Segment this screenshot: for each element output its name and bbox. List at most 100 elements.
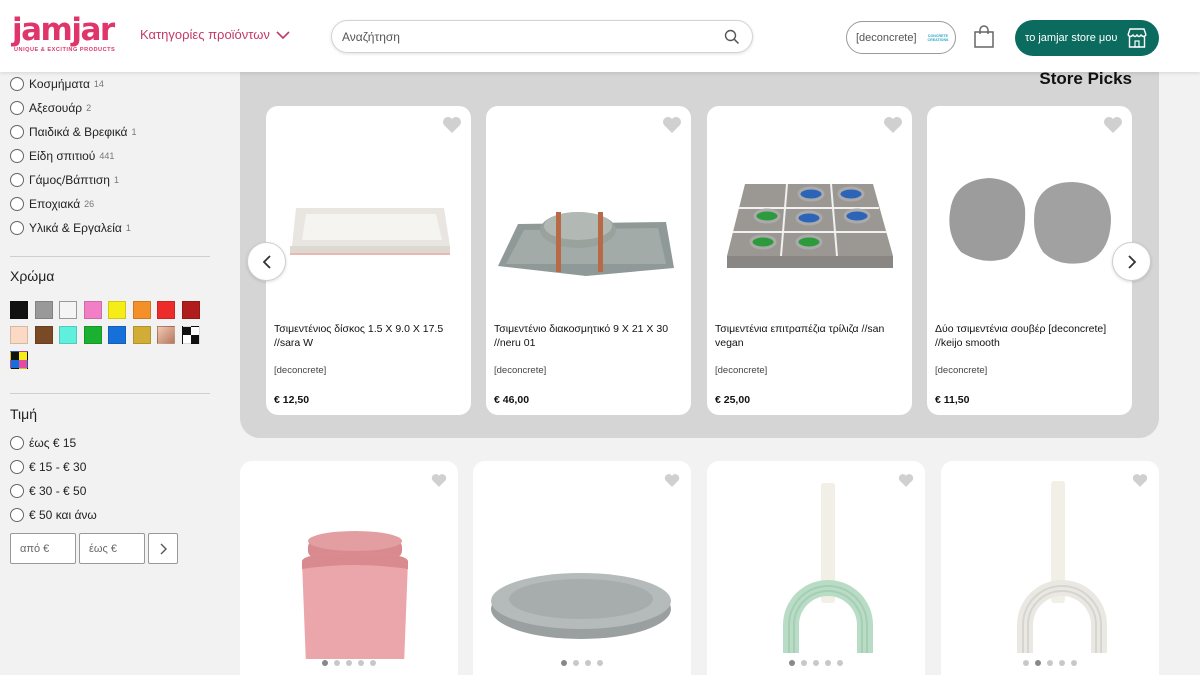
- product-image-tictactoe[interactable]: [707, 126, 912, 306]
- carousel-dot[interactable]: [346, 660, 352, 666]
- search-icon[interactable]: [724, 29, 740, 45]
- product-card[interactable]: Τσιμεντένια επιτραπέζια τρίλιζα //san ve…: [707, 106, 912, 415]
- category-label: Γάμος/Βάπτιση: [29, 173, 110, 187]
- radio-button[interactable]: [10, 149, 24, 163]
- price-filter-list: έως € 15 € 15 - € 30 € 30 - € 50 € 50 κα…: [10, 431, 97, 527]
- radio-button[interactable]: [10, 436, 24, 450]
- color-swatch[interactable]: [10, 301, 28, 319]
- product-card[interactable]: [473, 461, 691, 675]
- price-filter-item[interactable]: € 50 και άνω: [10, 503, 97, 527]
- product-image-decor[interactable]: [486, 126, 691, 306]
- color-swatch[interactable]: [182, 301, 200, 319]
- category-count: 441: [99, 151, 115, 161]
- color-swatch[interactable]: [35, 301, 53, 319]
- product-image-pink-jar[interactable]: [240, 469, 458, 659]
- carousel-dot[interactable]: [597, 660, 603, 666]
- carousel-dot[interactable]: [585, 660, 591, 666]
- carousel-dot[interactable]: [322, 660, 328, 666]
- category-label: Κοσμήματα: [29, 77, 90, 91]
- color-swatch[interactable]: [133, 326, 151, 344]
- category-filter-item[interactable]: Αξεσουάρ 2: [10, 96, 137, 120]
- carousel-dot[interactable]: [561, 660, 567, 666]
- product-store: [deconcrete]: [715, 365, 768, 376]
- color-swatch[interactable]: [59, 326, 77, 344]
- price-apply-button[interactable]: [148, 533, 178, 564]
- radio-button[interactable]: [10, 173, 24, 187]
- carousel-dot[interactable]: [789, 660, 795, 666]
- image-carousel-dots: [707, 653, 925, 671]
- product-image-round-tray[interactable]: [473, 469, 691, 659]
- color-swatch[interactable]: [157, 301, 175, 319]
- sidebar-divider: [10, 393, 210, 394]
- color-swatch[interactable]: [157, 326, 175, 344]
- category-filter-item[interactable]: Υλικά & Εργαλεία 1: [10, 216, 137, 240]
- product-image-mint-candle-holder[interactable]: [707, 469, 925, 659]
- radio-button[interactable]: [10, 484, 24, 498]
- carousel-prev-button[interactable]: [247, 242, 286, 281]
- product-image-white-candle-holder[interactable]: [941, 469, 1159, 659]
- carousel-dot[interactable]: [358, 660, 364, 666]
- my-store-button-label: το jamjar store μου: [1025, 32, 1118, 44]
- radio-button[interactable]: [10, 460, 24, 474]
- color-swatch-cmyk[interactable]: [10, 351, 28, 369]
- carousel-dot[interactable]: [801, 660, 807, 666]
- carousel-dot[interactable]: [1071, 660, 1077, 666]
- product-image-coasters[interactable]: [927, 126, 1132, 306]
- color-swatch[interactable]: [84, 326, 102, 344]
- price-to-input[interactable]: [79, 533, 145, 564]
- category-filter-item[interactable]: Παιδικά & Βρεφικά 1: [10, 120, 137, 144]
- color-swatch[interactable]: [108, 326, 126, 344]
- store-chip[interactable]: [deconcrete] CONCRETE CREATIONS: [846, 21, 956, 54]
- category-label: Υλικά & Εργαλεία: [29, 221, 122, 235]
- radio-button[interactable]: [10, 77, 24, 91]
- radio-button[interactable]: [10, 125, 24, 139]
- price-filter-item[interactable]: έως € 15: [10, 431, 97, 455]
- my-store-button[interactable]: το jamjar store μου: [1015, 20, 1159, 56]
- category-filter-item[interactable]: Γάμος/Βάπτιση 1: [10, 168, 137, 192]
- carousel-dot[interactable]: [1059, 660, 1065, 666]
- carousel-dot[interactable]: [370, 660, 376, 666]
- category-filter-item[interactable]: Είδη σπιτιού 441: [10, 144, 137, 168]
- product-card[interactable]: Δύο τσιμεντένια σουβέρ [deconcrete] //ke…: [927, 106, 1132, 415]
- radio-button[interactable]: [10, 508, 24, 522]
- carousel-dot[interactable]: [1023, 660, 1029, 666]
- jamjar-logo[interactable]: jamjar UNIQUE & EXCITING PRODUCTS: [12, 14, 124, 60]
- color-swatch[interactable]: [35, 326, 53, 344]
- logo-word: jamjar: [12, 12, 115, 48]
- product-card[interactable]: [707, 461, 925, 675]
- carousel-dot[interactable]: [837, 660, 843, 666]
- categories-menu[interactable]: Κατηγορίες προϊόντων: [140, 27, 290, 42]
- product-card[interactable]: Τσιμεντένιο διακοσμητικό 9 X 21 X 30 //n…: [486, 106, 691, 415]
- product-card[interactable]: [240, 461, 458, 675]
- color-swatch-checker[interactable]: [182, 326, 200, 344]
- carousel-dot[interactable]: [1035, 660, 1041, 666]
- product-image-tray[interactable]: [266, 126, 471, 306]
- carousel-next-button[interactable]: [1112, 242, 1151, 281]
- carousel-dot[interactable]: [825, 660, 831, 666]
- product-card[interactable]: [941, 461, 1159, 675]
- store-chip-label: [deconcrete]: [856, 31, 917, 44]
- radio-button[interactable]: [10, 101, 24, 115]
- color-swatch[interactable]: [84, 301, 102, 319]
- radio-button[interactable]: [10, 221, 24, 235]
- price-filter-item[interactable]: € 15 - € 30: [10, 455, 97, 479]
- color-swatch[interactable]: [108, 301, 126, 319]
- product-card[interactable]: Τσιμεντένιος δίσκος 1.5 X 9.0 X 17.5 //s…: [266, 106, 471, 415]
- carousel-dot[interactable]: [1047, 660, 1053, 666]
- price-filter-item[interactable]: € 30 - € 50: [10, 479, 97, 503]
- category-filter-item[interactable]: Κοσμήματα 14: [10, 72, 137, 96]
- search-input[interactable]: [342, 27, 712, 47]
- color-swatch[interactable]: [133, 301, 151, 319]
- shopping-bag-icon[interactable]: [973, 25, 995, 49]
- price-from-input[interactable]: [10, 533, 76, 564]
- radio-button[interactable]: [10, 197, 24, 211]
- category-count: 1: [131, 127, 137, 137]
- carousel-dot[interactable]: [334, 660, 340, 666]
- product-store: [deconcrete]: [274, 365, 327, 376]
- color-swatch[interactable]: [59, 301, 77, 319]
- category-filter-item[interactable]: Εποχιακά 26: [10, 192, 137, 216]
- color-swatch[interactable]: [10, 326, 28, 344]
- carousel-dot[interactable]: [813, 660, 819, 666]
- carousel-dot[interactable]: [573, 660, 579, 666]
- product-name: Τσιμεντένιος δίσκος 1.5 X 9.0 X 17.5 //s…: [274, 323, 444, 349]
